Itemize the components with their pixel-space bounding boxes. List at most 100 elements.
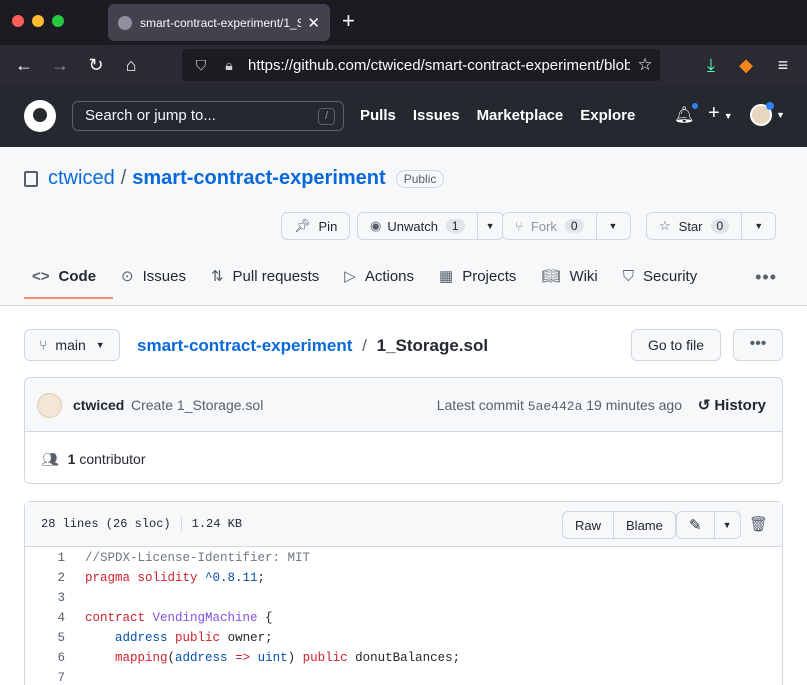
tab-label: Pull requests (232, 267, 320, 285)
avatar (750, 102, 774, 126)
tab-security[interactable]: ⛉ Security (615, 267, 714, 298)
code-line: 3 (25, 588, 782, 608)
tab-projects[interactable]: ▦ Projects (431, 267, 533, 298)
commit-message[interactable]: Create 1_Storage.sol (131, 397, 263, 413)
watch-dropdown[interactable]: ▼ (477, 212, 504, 240)
close-window-button[interactable] (12, 15, 24, 27)
nav-explore[interactable]: Explore (580, 107, 635, 124)
latest-commit-info: Latest commit 5ae442a 19 minutes ago (437, 397, 682, 414)
menu-icon[interactable]: ≡ (771, 53, 795, 77)
branch-selector[interactable]: ⑂ main ▼ (24, 329, 120, 361)
line-number[interactable]: 5 (25, 628, 65, 648)
latest-commit-box: ctwiced Create 1_Storage.sol Latest comm… (24, 377, 783, 484)
search-hotkey: / (318, 108, 335, 125)
raw-button[interactable]: Raw (562, 511, 615, 539)
fork-button[interactable]: ⑂ Fork 0 (502, 212, 597, 240)
history-label: History (714, 397, 766, 414)
downloads-icon[interactable]: ⤓ (699, 53, 723, 77)
unwatch-button[interactable]: ◉ Unwatch 1 (357, 212, 478, 240)
edit-pencil-icon[interactable]: ✎ (676, 511, 715, 539)
more-tabs-button[interactable]: ••• (755, 267, 777, 288)
repo-owner-link[interactable]: ctwiced (48, 167, 115, 190)
metamask-extension-icon[interactable]: ◆ (734, 53, 758, 77)
delete-trash-icon[interactable]: 🗑︎ (749, 515, 768, 534)
star-button-group: ☆ Star 0 ▼ (646, 212, 777, 240)
create-new-button[interactable]: + ▼ (708, 102, 733, 125)
contributors[interactable]: 👥︎ 1 contributor (41, 451, 146, 468)
nav-issues[interactable]: Issues (413, 107, 460, 124)
fork-button-group: ⑂ Fork 0 ▼ (502, 212, 631, 240)
file-viewer: 28 lines (26 sloc) 1.24 KB Raw Blame ✎ ▼ … (24, 501, 783, 685)
more-options-button[interactable]: ••• (733, 329, 783, 361)
line-number[interactable]: 2 (25, 568, 65, 588)
github-header: Search or jump to... / Pulls Issues Mark… (0, 85, 807, 147)
line-number[interactable]: 7 (25, 668, 65, 685)
browser-tab[interactable]: smart-contract-experiment/1_St ✕ (108, 4, 330, 41)
tab-wiki[interactable]: 📖︎ Wiki (533, 267, 614, 298)
chevron-down-icon: ▼ (754, 221, 764, 231)
repo-icon (24, 170, 38, 187)
reload-icon[interactable]: ↻ (84, 53, 108, 77)
commit-sha[interactable]: 5ae442a (528, 399, 583, 414)
star-button[interactable]: ☆ Star 0 (646, 212, 743, 240)
file-navigation: ⑂ main ▼ smart-contract-experiment / 1_S… (24, 329, 783, 361)
branch-icon: ⑂ (39, 337, 48, 353)
file-size: 1.24 KB (191, 517, 243, 532)
tab-label: Projects (462, 267, 517, 285)
breadcrumb: smart-contract-experiment / 1_Storage.so… (137, 336, 488, 356)
go-to-file-button[interactable]: Go to file (630, 329, 721, 361)
commit-row: ctwiced Create 1_Storage.sol Latest comm… (25, 378, 782, 432)
bookmark-star-icon[interactable]: ☆ (630, 55, 660, 75)
zoom-window-button[interactable] (52, 15, 64, 27)
pin-button[interactable]: 📌︎ Pin (281, 212, 351, 240)
minimize-window-button[interactable] (32, 15, 44, 27)
breadcrumb-repo-link[interactable]: smart-contract-experiment (137, 336, 352, 355)
notifications-bell-icon[interactable]: 🔔︎ (674, 102, 700, 125)
lock-icon[interactable]: 🔒︎ (220, 57, 238, 74)
tab-label: Code (58, 267, 97, 285)
url-text[interactable]: https://github.com/ctwiced/smart-contrac… (248, 57, 630, 74)
nav-marketplace[interactable]: Marketplace (477, 107, 564, 124)
github-favicon-icon (118, 15, 132, 30)
line-number[interactable]: 3 (25, 588, 65, 608)
shield-icon[interactable]: ⛉ (192, 57, 210, 74)
commit-author[interactable]: ctwiced (73, 397, 124, 413)
url-bar[interactable]: ⛉ 🔒︎ https://github.com/ctwiced/smart-co… (182, 49, 660, 81)
commit-time: 19 minutes ago (586, 397, 682, 413)
line-content: //SPDX-License-Identifier: MIT (85, 551, 311, 565)
divider (180, 517, 182, 531)
tab-code[interactable]: <> Code (24, 267, 114, 299)
forward-icon[interactable]: → (48, 53, 72, 77)
search-placeholder: Search or jump to... (85, 107, 216, 124)
history-icon: ↺ (697, 397, 711, 414)
issue-icon: ⊙ (121, 268, 134, 285)
play-icon: ▷ (344, 268, 356, 285)
back-icon[interactable]: ← (12, 53, 36, 77)
new-tab-button[interactable]: + (342, 10, 355, 32)
fork-dropdown[interactable]: ▼ (596, 212, 631, 240)
chevron-down-icon: ▼ (723, 111, 733, 121)
book-icon: 📖︎ (541, 268, 561, 285)
tab-issues[interactable]: ⊙ Issues (113, 267, 203, 298)
close-tab-icon[interactable]: ✕ (307, 14, 320, 32)
status-dot (766, 102, 774, 110)
line-number[interactable]: 1 (25, 548, 65, 568)
tab-pull-requests[interactable]: ⇅ Pull requests (203, 267, 336, 298)
edit-dropdown[interactable]: ▼ (714, 511, 741, 539)
pull-request-icon: ⇅ (210, 268, 224, 285)
tab-actions[interactable]: ▷ Actions (336, 267, 431, 298)
repo-header: ctwiced / smart-contract-experiment Publ… (0, 147, 807, 306)
avatar[interactable] (37, 393, 62, 418)
repo-name-link[interactable]: smart-contract-experiment (132, 167, 385, 190)
repo-title: ctwiced / smart-contract-experiment Publ… (24, 167, 445, 190)
home-icon[interactable]: ⌂ (119, 53, 143, 77)
github-logo-icon[interactable] (24, 100, 56, 132)
line-number[interactable]: 6 (25, 648, 65, 668)
star-dropdown[interactable]: ▼ (742, 212, 777, 240)
history-button[interactable]: ↺ History (698, 396, 766, 414)
user-menu[interactable]: ▼ (750, 102, 785, 126)
line-number[interactable]: 4 (25, 608, 65, 628)
search-input[interactable]: Search or jump to... / (72, 101, 344, 131)
blame-button[interactable]: Blame (614, 511, 676, 539)
nav-pulls[interactable]: Pulls (360, 107, 396, 124)
